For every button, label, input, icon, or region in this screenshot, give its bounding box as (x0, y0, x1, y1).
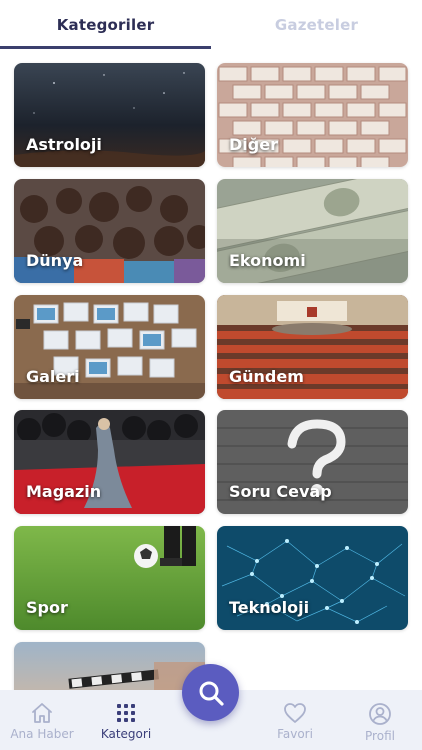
search-fab-button[interactable] (182, 664, 239, 721)
tab-gazeteler[interactable]: Gazeteler (211, 0, 422, 50)
category-card-teknoloji[interactable]: Teknoloji (217, 526, 408, 630)
home-icon (32, 703, 52, 723)
nav-label: Favori (277, 727, 313, 741)
category-card-soru-cevap[interactable]: Soru Cevap (217, 410, 408, 514)
category-label: Gündem (229, 367, 304, 386)
top-tabs: Kategoriler Gazeteler (0, 0, 422, 50)
user-icon (369, 703, 391, 725)
nav-kategori[interactable]: Kategori (84, 690, 168, 750)
category-label: Dünya (26, 251, 84, 270)
category-label: Magazin (26, 482, 102, 501)
category-card-diger[interactable]: Diğer (217, 63, 408, 167)
category-card-spor[interactable]: Spor (14, 526, 205, 630)
category-card-magazin[interactable]: Magazin (14, 410, 205, 514)
category-label: Astroloji (26, 135, 102, 154)
nav-favori[interactable]: Favori (253, 690, 337, 750)
nav-profil[interactable]: Profil (338, 690, 422, 750)
nav-label: Ana Haber (10, 727, 74, 741)
heart-icon (284, 703, 306, 723)
search-icon (199, 681, 224, 706)
nav-ana-haber[interactable]: Ana Haber (0, 690, 84, 750)
category-label: Ekonomi (229, 251, 306, 270)
active-tab-indicator (0, 46, 211, 49)
category-card-astroloji[interactable]: Astroloji (14, 63, 205, 167)
category-card-dunya[interactable]: Dünya (14, 179, 205, 283)
category-label: Diğer (229, 135, 278, 154)
category-label: Spor (26, 598, 68, 617)
nav-label: Kategori (100, 727, 152, 741)
category-label: Soru Cevap (229, 482, 332, 501)
tab-kategoriler[interactable]: Kategoriler (0, 0, 211, 50)
app-screen: Kategoriler Gazeteler Astroloji Diğer Dü… (0, 0, 422, 750)
category-card-ekonomi[interactable]: Ekonomi (217, 179, 408, 283)
category-label: Teknoloji (229, 598, 310, 617)
category-card-gundem[interactable]: Gündem (217, 295, 408, 399)
nav-label: Profil (365, 729, 395, 743)
category-card-galeri[interactable]: Galeri (14, 295, 205, 399)
category-label: Galeri (26, 367, 80, 386)
grid-icon (117, 704, 135, 722)
